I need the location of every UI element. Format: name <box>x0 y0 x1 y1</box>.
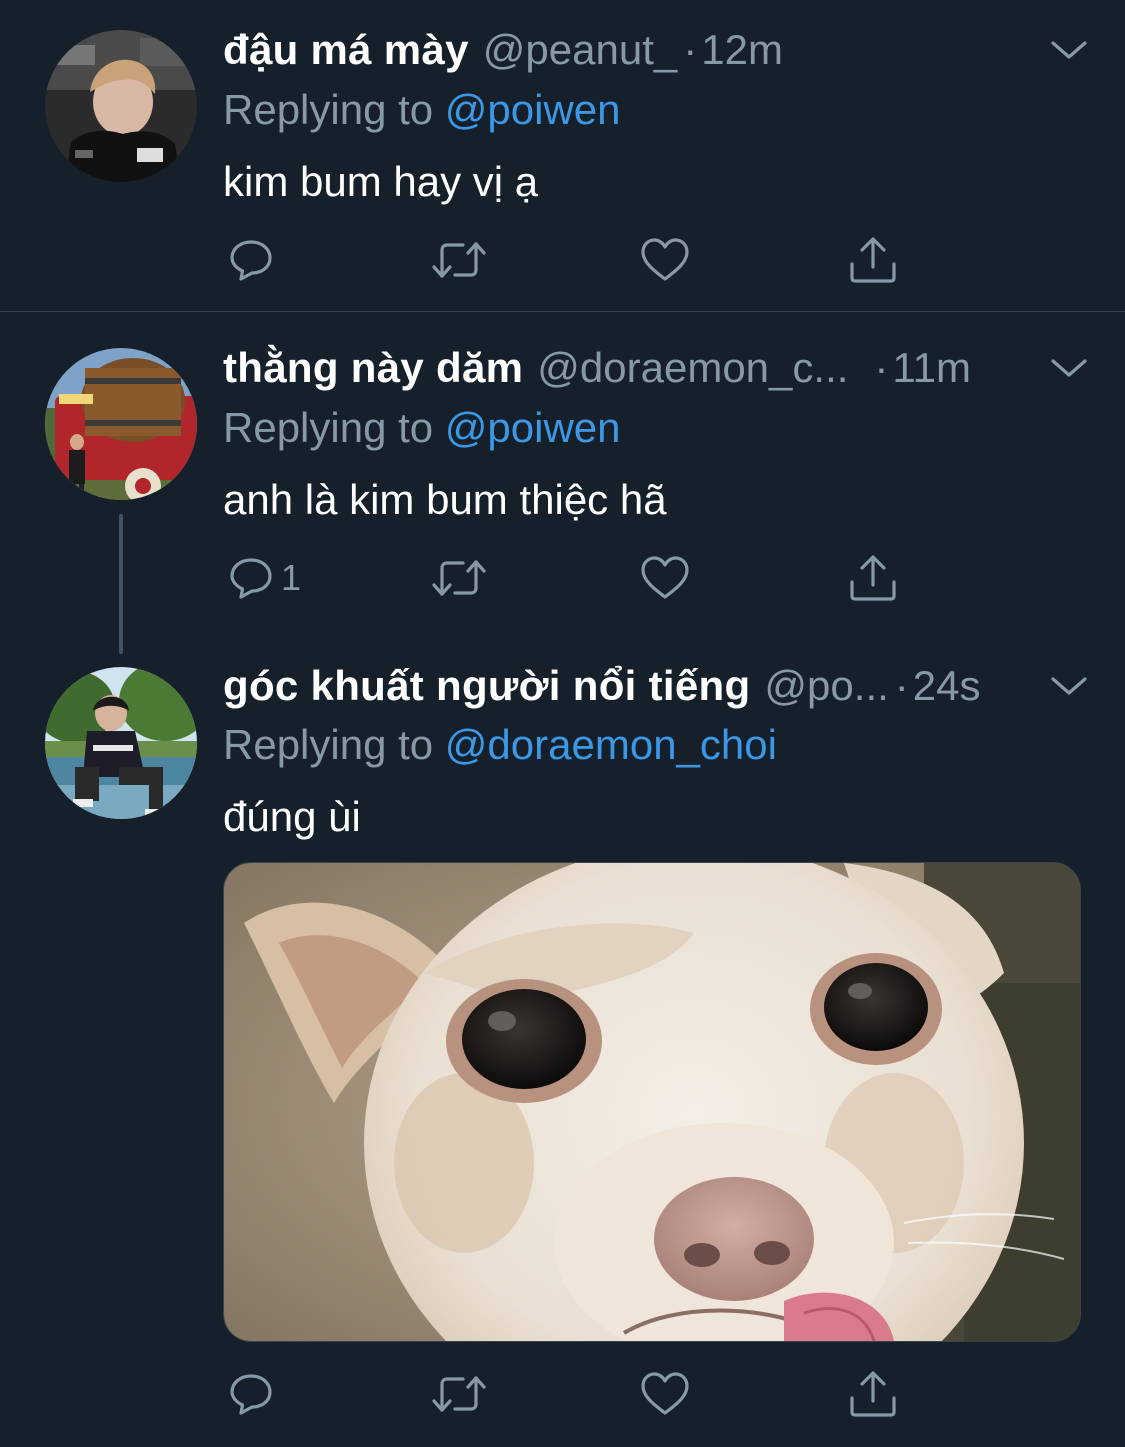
like-button[interactable] <box>639 230 691 290</box>
timestamp[interactable]: 24s <box>913 662 981 709</box>
timestamp[interactable]: 12m <box>701 26 783 73</box>
timestamp[interactable]: 11m <box>892 344 971 391</box>
user-handle[interactable]: @po... <box>764 662 888 709</box>
display-name[interactable]: đậu má mày <box>223 26 469 73</box>
retweet-button[interactable] <box>429 230 489 290</box>
reply-button[interactable] <box>227 1364 281 1424</box>
like-button[interactable] <box>639 1364 691 1424</box>
retweet-button[interactable] <box>429 548 489 608</box>
user-handle[interactable]: @peanut_ <box>483 26 677 73</box>
time-separator: · <box>894 662 909 709</box>
replying-to: Replying to @doraemon_choi <box>223 715 777 775</box>
avatar[interactable] <box>45 348 197 500</box>
replying-to-label: Replying to <box>223 86 434 133</box>
retweet-icon <box>429 554 489 602</box>
mention-link[interactable]: @poiwen <box>445 404 621 451</box>
retweet-icon <box>429 1370 489 1418</box>
tweet-media-image[interactable] <box>223 862 1081 1342</box>
heart-icon <box>639 1370 691 1418</box>
heart-icon <box>639 236 691 284</box>
chevron-down-icon[interactable] <box>1049 671 1089 701</box>
share-button[interactable] <box>847 230 899 290</box>
reply-button[interactable] <box>227 230 281 290</box>
display-name[interactable]: thằng này dăm <box>223 344 523 391</box>
share-button[interactable] <box>847 548 899 608</box>
heart-icon <box>639 554 691 602</box>
tweet-header: góc khuất người nổi tiếng @po... ·24s <box>223 656 1095 716</box>
replying-to: Replying to @poiwen <box>223 80 621 140</box>
tweet-text: kim bum hay vị ạ <box>223 158 539 205</box>
chevron-down-icon[interactable] <box>1049 353 1089 383</box>
share-button[interactable] <box>847 1364 899 1424</box>
tweet-1[interactable]: đậu má mày @peanut_ ·12m Replying to @poiw… <box>0 0 1125 311</box>
replying-to: Replying to @poiwen <box>223 398 621 458</box>
retweet-button[interactable] <box>429 1364 489 1424</box>
reply-bubble-icon <box>227 1370 275 1418</box>
retweet-icon <box>429 236 489 284</box>
tweet-text: đúng ùi <box>223 793 361 840</box>
avatar[interactable] <box>45 667 197 819</box>
replying-to-label: Replying to <box>223 721 434 768</box>
tweet-header: đậu má mày @peanut_ ·12m <box>223 20 1095 80</box>
tweet-actions <box>223 230 923 290</box>
tweet-header: thằng này dăm @doraemon_c... ·11m <box>223 338 1095 398</box>
share-icon <box>847 234 899 286</box>
chevron-down-icon[interactable] <box>1049 35 1089 65</box>
tweet-2[interactable]: thằng này dăm @doraemon_c... ·11m Replying… <box>0 312 1125 642</box>
like-button[interactable] <box>639 548 691 608</box>
tweet-3[interactable]: góc khuất người nổi tiếng @po... ·24s Repl… <box>0 642 1125 1447</box>
time-separator: · <box>874 344 889 391</box>
display-name[interactable]: góc khuất người nổi tiếng <box>223 662 750 709</box>
reply-button[interactable]: 1 <box>227 548 301 608</box>
mention-link[interactable]: @doraemon_choi <box>445 721 777 768</box>
thread-connector-line <box>119 514 123 654</box>
mention-link[interactable]: @poiwen <box>445 86 621 133</box>
tweet-actions: 1 <box>223 548 923 608</box>
reply-count: 1 <box>281 557 302 598</box>
user-handle[interactable]: @doraemon_c... <box>537 344 848 391</box>
avatar[interactable] <box>45 30 197 182</box>
reply-bubble-icon <box>227 236 275 284</box>
tweet-actions <box>223 1364 923 1424</box>
reply-bubble-icon <box>227 554 275 602</box>
share-icon <box>847 552 899 604</box>
chihuahua-photo <box>224 863 1080 1341</box>
replying-to-label: Replying to <box>223 404 434 451</box>
share-icon <box>847 1368 899 1420</box>
time-separator: · <box>683 26 698 73</box>
tweet-text: anh là kim bum thiệc hã <box>223 476 667 523</box>
